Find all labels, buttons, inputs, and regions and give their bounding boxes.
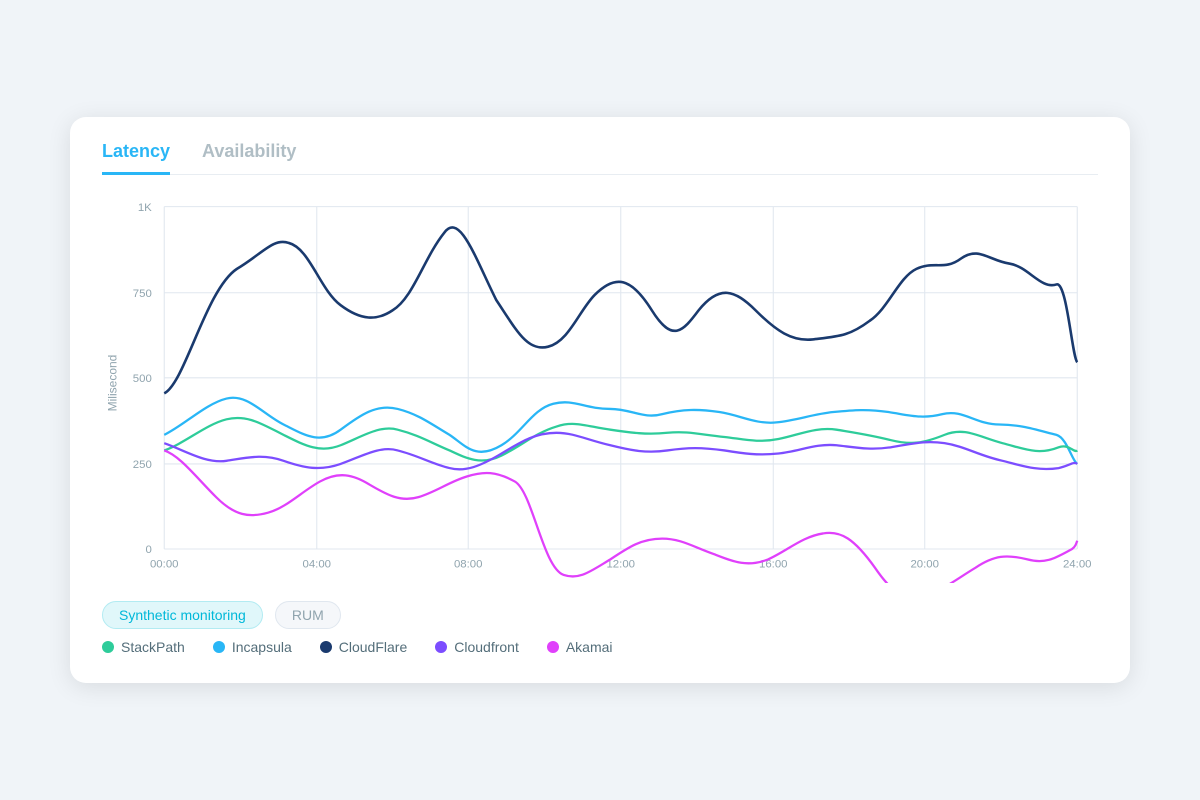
- svg-text:04:00: 04:00: [302, 558, 331, 570]
- main-card: Latency Availability Milisecond .grid-li…: [70, 117, 1130, 683]
- incapsula-label: Incapsula: [232, 639, 292, 655]
- legend-item-cloudflare: CloudFlare: [320, 639, 407, 655]
- badge-synthetic[interactable]: Synthetic monitoring: [102, 601, 263, 629]
- cloudflare-dot: [320, 641, 332, 653]
- svg-text:250: 250: [133, 459, 152, 471]
- cloudflare-label: CloudFlare: [339, 639, 407, 655]
- stackpath-dot: [102, 641, 114, 653]
- svg-text:24:00: 24:00: [1063, 558, 1092, 570]
- legend-item-stackpath: StackPath: [102, 639, 185, 655]
- badge-rum[interactable]: RUM: [275, 601, 341, 629]
- svg-text:0: 0: [145, 544, 151, 556]
- akamai-dot: [547, 641, 559, 653]
- cloudfront-label: Cloudfront: [454, 639, 519, 655]
- y-axis-label: Milisecond: [105, 354, 119, 411]
- legend-item-incapsula: Incapsula: [213, 639, 292, 655]
- svg-text:08:00: 08:00: [454, 558, 483, 570]
- cloudfront-dot: [435, 641, 447, 653]
- chart-area: Milisecond .grid-line { stroke: #e0e7ef;…: [102, 183, 1098, 583]
- stackpath-label: StackPath: [121, 639, 185, 655]
- akamai-label: Akamai: [566, 639, 613, 655]
- legend-item-akamai: Akamai: [547, 639, 613, 655]
- svg-text:20:00: 20:00: [910, 558, 939, 570]
- tab-availability[interactable]: Availability: [202, 141, 296, 175]
- incapsula-dot: [213, 641, 225, 653]
- chart-svg: .grid-line { stroke: #e0e7ef; stroke-wid…: [102, 183, 1098, 583]
- legend-items: StackPath Incapsula CloudFlare Cloudfron…: [102, 639, 1098, 655]
- legend-item-cloudfront: Cloudfront: [435, 639, 519, 655]
- tabs-container: Latency Availability: [102, 141, 1098, 175]
- svg-text:750: 750: [133, 288, 152, 300]
- legend-section: Synthetic monitoring RUM StackPath Incap…: [102, 601, 1098, 655]
- svg-text:1K: 1K: [138, 202, 152, 214]
- legend-badges: Synthetic monitoring RUM: [102, 601, 1098, 629]
- svg-text:500: 500: [133, 373, 152, 385]
- svg-text:00:00: 00:00: [150, 558, 179, 570]
- tab-latency[interactable]: Latency: [102, 141, 170, 175]
